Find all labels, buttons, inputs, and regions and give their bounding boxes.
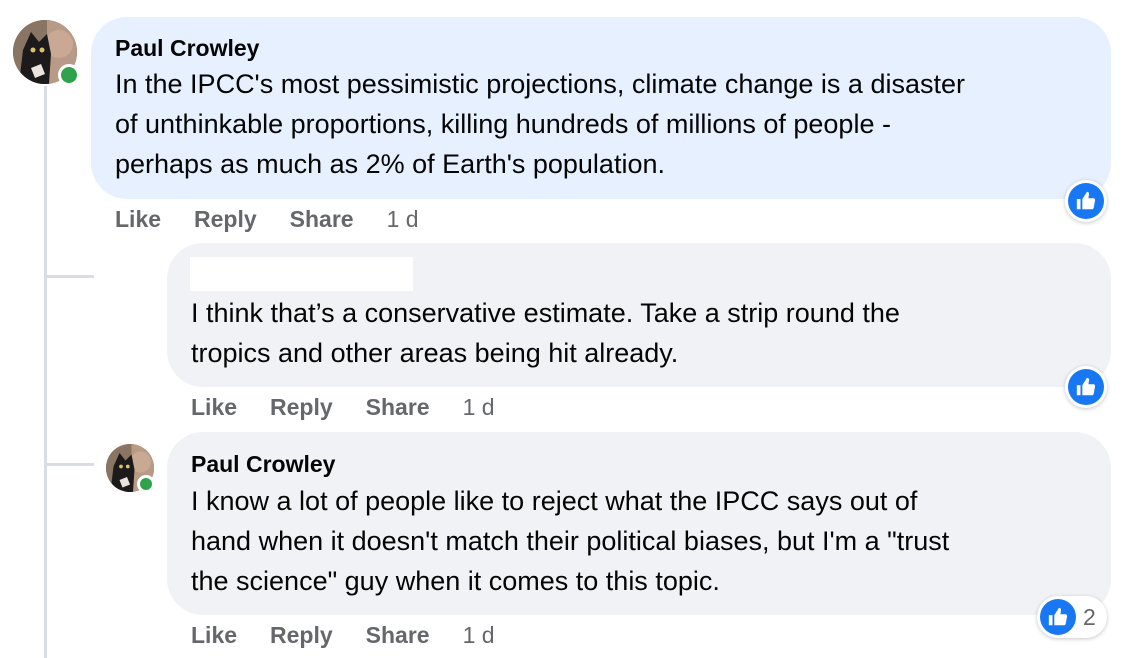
comment-text-line: I think that’s a conservative estimate. … [191,298,900,328]
like-icon [1068,183,1104,219]
redacted-author-name [190,257,413,291]
like-button[interactable]: Like [115,206,161,233]
reaction-badge[interactable] [1065,180,1107,222]
share-button[interactable]: Share [290,206,354,233]
like-button[interactable]: Like [191,622,237,649]
comment-text-line: I know a lot of people like to reject wh… [191,486,918,516]
reply-button[interactable]: Reply [194,206,257,233]
reply-connector [44,463,94,466]
comment-text-line: the science" guy when it comes to this t… [191,566,720,596]
reply-button[interactable]: Reply [270,394,333,421]
reaction-count: 2 [1083,603,1096,630]
like-icon [1040,599,1076,635]
comment-actions: Like Reply Share 1 d [115,206,419,233]
comment-actions: Like Reply Share 1 d [191,622,495,649]
reaction-badge[interactable]: 2 [1037,596,1107,638]
comment-text-line: In the IPCC's most pessimistic projectio… [115,69,965,99]
online-status-dot [137,475,155,493]
reply-connector [44,275,94,278]
thread-line [44,86,47,658]
comment-author[interactable]: Paul Crowley [191,451,335,478]
comment-text-line: of unthinkable proportions, killing hund… [115,109,891,139]
like-button[interactable]: Like [191,394,237,421]
comment-text-line: perhaps as much as 2% of Earth's populat… [115,149,665,179]
share-button[interactable]: Share [366,622,430,649]
comment-actions: Like Reply Share 1 d [191,394,495,421]
reply-button[interactable]: Reply [270,622,333,649]
reaction-badge[interactable] [1065,366,1107,408]
comment-timestamp[interactable]: 1 d [463,394,495,421]
like-icon [1068,369,1104,405]
comment-text-line: tropics and other areas being hit alread… [191,338,679,368]
comment-timestamp[interactable]: 1 d [387,206,419,233]
comment-timestamp[interactable]: 1 d [463,622,495,649]
share-button[interactable]: Share [366,394,430,421]
comment-author[interactable]: Paul Crowley [115,35,259,62]
comment-text-line: hand when it doesn't match their politic… [191,526,950,556]
online-status-dot [58,64,80,86]
